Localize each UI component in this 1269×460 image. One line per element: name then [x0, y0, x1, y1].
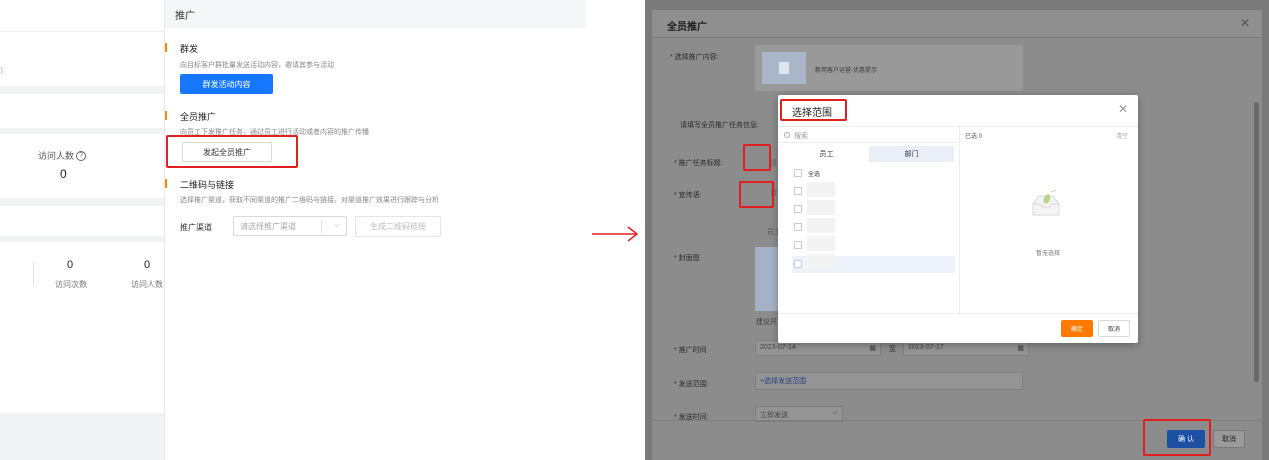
to-text: 至	[889, 346, 896, 353]
section-marker	[165, 43, 167, 52]
scope-search[interactable]: 搜索	[784, 131, 808, 141]
mass-send-title: 群发	[180, 44, 199, 54]
highlight-box	[743, 144, 771, 171]
right-screenshot: 全员推广 ✕ * 选择推广内容: 新用客户运营-优惠提示 请填写全员推广任务信息…	[645, 0, 1269, 460]
all-staff-title: 全员推广	[180, 112, 217, 122]
search-placeholder: 搜索	[794, 133, 808, 140]
content-name: 新用客户运营-优惠提示	[815, 68, 877, 74]
content-card[interactable]: 新用客户运营-优惠提示	[755, 45, 1023, 91]
section-separator	[0, 236, 165, 242]
channel-select[interactable]: 请选择推广渠道 ⌵	[233, 216, 347, 236]
visits-label: 访问次数	[55, 280, 87, 289]
arrow-right-icon	[592, 226, 639, 242]
highlight-box	[739, 181, 774, 208]
visitors-label: 访问人数	[38, 151, 75, 161]
divider	[0, 31, 165, 32]
cover-label: * 封面图	[674, 255, 700, 262]
highlight-box	[780, 99, 847, 121]
select-all-checkbox[interactable]	[794, 169, 802, 177]
panel-divider	[164, 0, 165, 460]
send-time-value: 立即发送	[760, 412, 788, 419]
generate-qr-button[interactable]: 生成二维码链接	[355, 216, 441, 237]
confirm-button[interactable]: 确定	[1061, 320, 1093, 337]
range-field[interactable]: +选择发送范围	[755, 372, 1023, 390]
staff-name-redacted	[807, 200, 835, 215]
channel-placeholder: 请选择推广渠道	[240, 222, 296, 231]
staff-checkbox[interactable]	[794, 187, 802, 195]
select-range-link[interactable]: +选择发送范围	[760, 378, 806, 385]
visitors-value-bottom: 0	[144, 259, 151, 271]
section-marker	[165, 179, 167, 188]
slogan-label: * 宣传语:	[674, 192, 702, 199]
dialog-header: 全员推广 ✕	[652, 10, 1262, 38]
empty-text: 暂无选择	[1036, 251, 1061, 257]
staff-checkbox[interactable]	[794, 223, 802, 231]
qr-desc: 选择推广渠道，获取不同渠道的推广二维码与链接，对渠道推广效果进行跟踪与分析	[180, 197, 439, 204]
hint-paren: ）	[0, 66, 8, 75]
tab-staff[interactable]: 员工	[784, 146, 869, 162]
clear-link[interactable]: 清空	[1116, 131, 1128, 140]
staff-name-redacted	[807, 254, 835, 269]
panel-header: 推广	[165, 0, 586, 28]
select-all-label: 全选	[808, 172, 821, 178]
empty-box-icon	[1032, 189, 1060, 216]
mass-send-desc: 向目标客户群批量发送活动内容，邀请其参与活动	[180, 62, 334, 69]
channel-label: 推广渠道	[180, 223, 212, 232]
staff-checkbox[interactable]	[794, 205, 802, 213]
start-date: 2023-07-14	[760, 344, 796, 351]
end-date: 2023-07-17	[908, 344, 944, 351]
time-label: * 推广时间	[674, 347, 707, 354]
cancel-button[interactable]: 取消	[1213, 430, 1245, 448]
selected-count: 已选 0	[965, 134, 983, 140]
task-info-label: 请填写全员推广任务信息:	[680, 122, 759, 129]
dialog-title: 全员推广	[667, 22, 707, 33]
section-separator	[0, 86, 165, 94]
close-icon[interactable]: ✕	[1118, 102, 1128, 116]
visitors-value: 0	[60, 167, 67, 181]
select-divider	[321, 219, 322, 233]
cancel-button[interactable]: 取消	[1098, 320, 1130, 337]
close-icon[interactable]: ✕	[1240, 16, 1250, 30]
visitors-label-bottom: 访问人数	[131, 280, 163, 289]
left-screenshot: ） 访问人数 ? 0 0 访问次数 0 访问人数 推广 群发 向目标客户群批量发…	[0, 0, 586, 460]
visitors-stat-top: 访问人数 ?	[38, 149, 87, 162]
section-separator	[0, 198, 165, 206]
divider	[33, 262, 34, 286]
staff-checkbox[interactable]	[794, 260, 802, 268]
range-label: * 发送范围:	[674, 381, 709, 388]
scrollbar[interactable]	[1254, 102, 1259, 382]
staff-name-redacted	[807, 236, 835, 251]
chevron-down-icon: ⌵	[333, 220, 340, 229]
task-title-label: * 推广任务标题:	[674, 160, 723, 167]
search-icon	[784, 132, 790, 138]
staff-name-redacted	[807, 182, 835, 197]
calendar-icon: ▦	[869, 345, 876, 352]
qr-title: 二维码与链接	[180, 180, 235, 190]
divider	[778, 142, 959, 143]
mass-send-button[interactable]: 群发活动内容	[180, 74, 273, 94]
help-circle-icon[interactable]: ?	[76, 150, 87, 161]
section-separator	[0, 128, 165, 134]
select-scope-dialog: 选择范围 ✕ 搜索 员工 部门 全选 已选 0 清空 暂无选择 确定 取消	[778, 95, 1138, 343]
chevron-down-icon: ⌵	[832, 409, 838, 416]
footer-band	[0, 413, 165, 460]
staff-name-redacted	[807, 218, 835, 233]
content-thumbnail	[762, 52, 806, 84]
highlight-box	[166, 135, 298, 168]
visits-value: 0	[67, 259, 74, 271]
section-marker	[165, 111, 167, 120]
document-icon	[779, 62, 789, 74]
staff-checkbox[interactable]	[794, 241, 802, 249]
content-label: * 选择推广内容:	[670, 54, 719, 61]
panel-divider	[959, 126, 960, 313]
divider	[778, 126, 1138, 127]
calendar-icon: ▦	[1017, 345, 1024, 352]
tab-department[interactable]: 部门	[869, 146, 954, 162]
task-title-fragment: 请	[770, 160, 777, 167]
highlight-box	[1143, 419, 1211, 456]
divider	[778, 313, 1138, 314]
